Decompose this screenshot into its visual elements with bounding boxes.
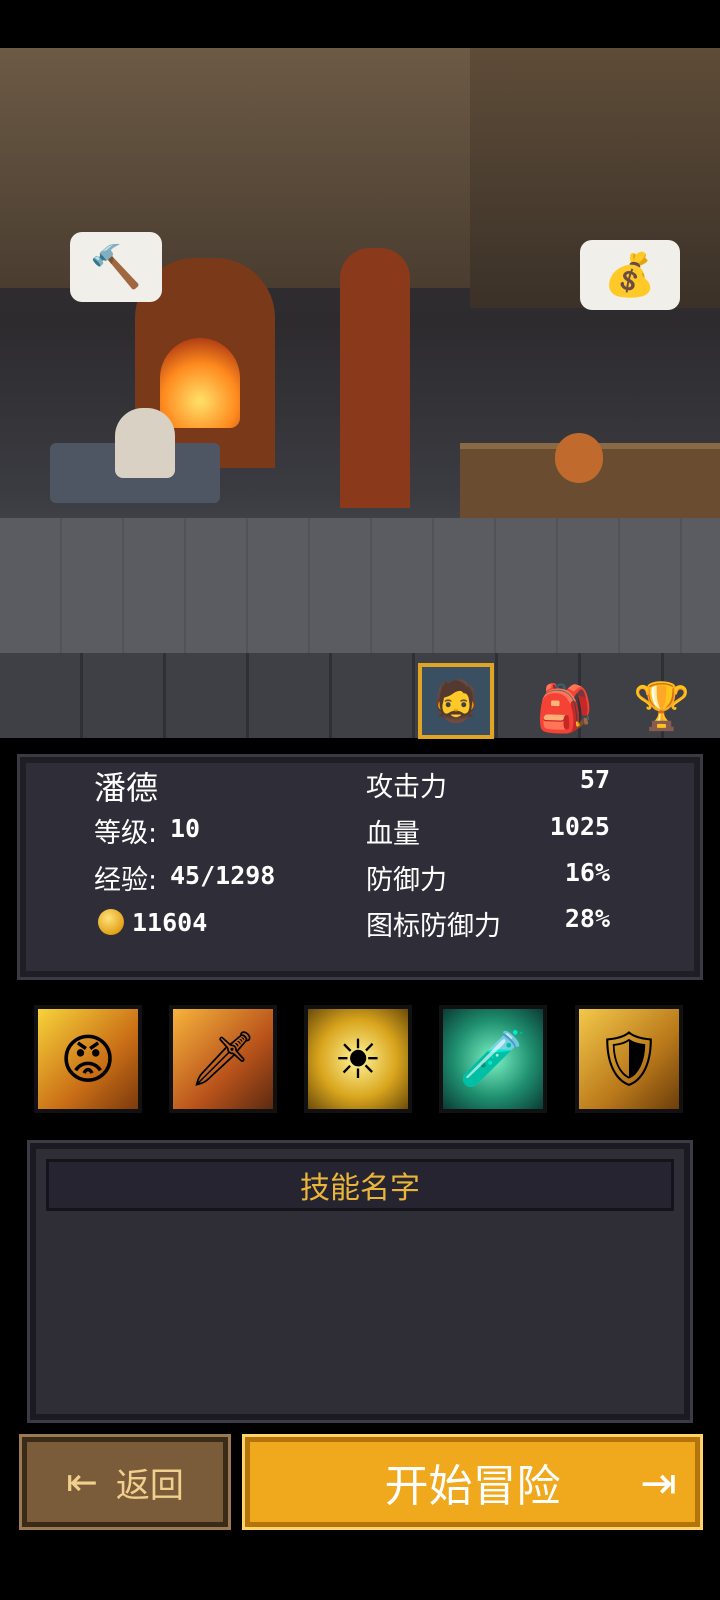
exit-left-icon: ⇤ — [66, 1460, 98, 1504]
exp-value: 45/1298 — [170, 861, 276, 890]
level-label: 等级: — [94, 818, 158, 849]
skill-slot-5[interactable]: 🛡 — [575, 1005, 683, 1113]
gold-value: 11604 — [132, 908, 208, 937]
blade-skill-icon: 🗡 — [188, 1027, 258, 1090]
potion-skill-icon: 🧪 — [459, 1027, 527, 1090]
defense-label: 防御力 — [366, 865, 447, 896]
icon-defense-value: 28% — [564, 904, 610, 933]
blacksmith-hammer-bubble[interactable]: 🔨 — [70, 232, 162, 302]
stone-steps — [0, 653, 720, 738]
exp-label: 经验: — [94, 865, 158, 896]
game-scene — [0, 48, 720, 738]
forge-fire — [160, 338, 240, 428]
coin-icon — [98, 909, 124, 935]
skill-slot-3[interactable]: ☀ — [304, 1005, 412, 1113]
character-stats-panel: 潘德 等级: 10 经验: 45/1298 11604 攻击力 57 血量 10… — [17, 754, 703, 980]
back-button[interactable]: ⇤ 返回 — [19, 1434, 231, 1530]
back-button-label: 返回 — [115, 1465, 184, 1506]
hp-label: 血量 — [366, 819, 420, 850]
skill-slot-4[interactable]: 🧪 — [439, 1005, 547, 1113]
shopkeeper-character[interactable] — [555, 433, 603, 483]
rage-skill-icon: 😡 — [59, 1027, 117, 1091]
trophy-tab[interactable]: 🏆 — [632, 672, 692, 740]
inventory-bag-tab[interactable]: 🎒 — [532, 675, 598, 741]
character-name: 潘德 — [94, 769, 159, 807]
skill-description-panel: 技能名字 — [27, 1140, 693, 1423]
door — [340, 248, 410, 508]
icon-defense-label: 图标防御力 — [366, 911, 501, 942]
blacksmith-character[interactable] — [115, 408, 175, 478]
shop-gold-bubble[interactable]: 💰 — [580, 240, 680, 310]
trophy-icon: 🏆 — [633, 678, 691, 733]
portrait-icon: 🧔 — [431, 678, 481, 725]
exit-right-icon: ⇥ — [640, 1458, 677, 1509]
holy-light-skill-icon: ☀ — [333, 1027, 383, 1091]
attack-value: 57 — [579, 765, 610, 794]
attack-label: 攻击力 — [366, 772, 447, 803]
skill-slot-1[interactable]: 😡 — [34, 1005, 142, 1113]
hammer-icon: 🔨 — [89, 242, 143, 291]
start-adventure-label: 开始冒险 — [384, 1461, 561, 1512]
hp-value: 1025 — [549, 812, 610, 841]
skill-slot-2[interactable]: 🗡 — [169, 1005, 277, 1113]
defense-value: 16% — [564, 858, 610, 887]
character-portrait-tab[interactable]: 🧔 — [418, 663, 494, 739]
gold-bag-icon: 💰 — [603, 250, 657, 299]
skill-name-title: 技能名字 — [46, 1159, 674, 1211]
shield-skill-icon: 🛡 — [594, 1027, 664, 1090]
start-adventure-button[interactable]: 开始冒险 ⇥ — [242, 1434, 703, 1530]
bag-icon: 🎒 — [536, 680, 594, 735]
level-value: 10 — [170, 814, 201, 843]
